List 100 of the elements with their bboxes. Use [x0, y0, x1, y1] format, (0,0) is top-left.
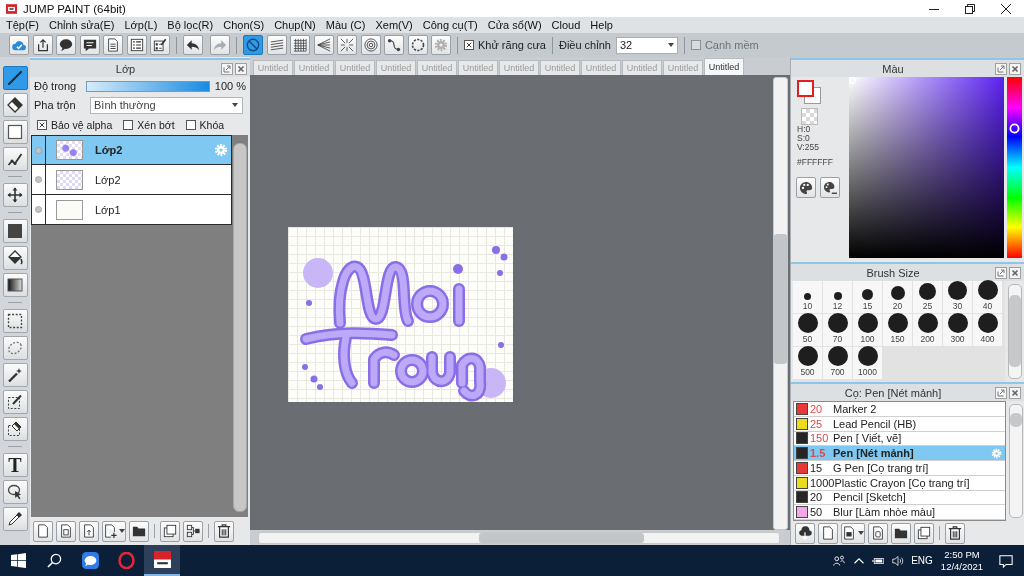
brush-size-option[interactable]: 200	[913, 314, 942, 346]
export-button[interactable]	[32, 35, 53, 55]
tool-button[interactable]	[2, 66, 28, 90]
palette-button[interactable]	[796, 177, 816, 198]
opacity-slider[interactable]	[86, 80, 210, 92]
copy-layer-button[interactable]	[56, 520, 76, 542]
comment-button[interactable]	[79, 35, 100, 55]
checklist-button[interactable]	[150, 35, 170, 55]
taskbar-app-button[interactable]	[144, 545, 180, 576]
scrollbar-thumb[interactable]	[479, 533, 644, 543]
list-button[interactable]	[126, 35, 147, 55]
delete-button[interactable]	[214, 520, 234, 542]
brush-size-option[interactable]: 1000	[853, 347, 882, 379]
add-layer-button[interactable]	[102, 520, 126, 542]
color-field[interactable]	[849, 77, 1004, 258]
horizontal-scrollbar[interactable]	[258, 532, 780, 544]
tool-button[interactable]	[2, 417, 28, 441]
folder-button[interactable]	[129, 520, 149, 542]
layer-list-scrollbar[interactable]	[233, 143, 247, 512]
undock-icon[interactable]	[995, 386, 1007, 399]
menu-item[interactable]: Lớp(L)	[119, 17, 163, 33]
brush-size-option[interactable]: 300	[943, 314, 972, 346]
language-indicator[interactable]: ENG	[908, 555, 936, 566]
search-icon[interactable]	[46, 553, 62, 568]
layer-row[interactable]: Lớp2	[31, 165, 232, 195]
clock-date[interactable]: 12/4/2021	[940, 560, 984, 573]
layer-row[interactable]: Lớp2	[31, 135, 232, 165]
blend-dropdown[interactable]: Bình thường	[90, 96, 243, 114]
transparent-swatch-icon[interactable]	[801, 108, 818, 125]
brush-row[interactable]: 25 Lead Pencil (HB)	[794, 416, 1006, 432]
cloud-download-button[interactable]	[795, 522, 815, 544]
tool-button[interactable]	[2, 507, 28, 531]
adjust-dropdown[interactable]: 32	[615, 36, 678, 54]
brush-settings-button[interactable]	[868, 522, 888, 544]
palette-minus-button[interactable]	[820, 177, 840, 198]
menu-item[interactable]: Tệp(F)	[1, 17, 44, 33]
people-icon[interactable]	[833, 554, 845, 567]
tool-button[interactable]	[2, 363, 28, 387]
ruler-button[interactable]	[407, 35, 428, 55]
cloud-button[interactable]	[9, 35, 29, 55]
scrollbar-thumb[interactable]	[774, 234, 787, 364]
brush-size-option[interactable]: 40	[973, 281, 1002, 313]
brush-row[interactable]: 1.5 Pen [Nét mảnh]	[794, 446, 1006, 461]
brush-size-option[interactable]: 15	[853, 281, 882, 313]
brush-size-option[interactable]: 500	[793, 347, 822, 379]
tool-button[interactable]	[2, 246, 28, 270]
ruler-button[interactable]	[313, 35, 334, 55]
undock-icon[interactable]	[995, 62, 1007, 75]
bubble-button[interactable]	[56, 35, 76, 55]
brush-size-option[interactable]: 400	[973, 314, 1002, 346]
ruler-button[interactable]	[360, 35, 381, 55]
menu-item[interactable]: Màu (C)	[320, 17, 371, 33]
checkbox[interactable]	[464, 40, 474, 50]
duplicate-button[interactable]	[914, 522, 934, 544]
brush-size-option[interactable]: 700	[823, 347, 852, 379]
menu-item[interactable]: Chọn(S)	[218, 17, 270, 33]
layer-row[interactable]: Lớp1	[31, 195, 232, 225]
delete-button[interactable]	[945, 522, 965, 544]
menu-item[interactable]: Chỉnh sửa(E)	[44, 17, 120, 33]
menu-item[interactable]: Công cụ(T)	[417, 17, 483, 33]
tool-button[interactable]	[2, 183, 28, 207]
brush-menu-button[interactable]	[841, 522, 865, 544]
text-tool-button[interactable]: T	[2, 453, 28, 477]
brush-size-option[interactable]: 150	[883, 314, 912, 346]
brush-size-option[interactable]: 30	[943, 281, 972, 313]
tool-button[interactable]	[2, 309, 28, 333]
notification-icon[interactable]	[999, 553, 1013, 568]
new-layer-button[interactable]	[33, 520, 53, 542]
ruler-button[interactable]	[337, 35, 357, 55]
checkbox[interactable]	[37, 120, 47, 130]
scrollbar-thumb[interactable]	[1009, 295, 1021, 367]
tool-button[interactable]	[2, 147, 28, 171]
hue-slider-thumb[interactable]	[1009, 122, 1020, 134]
tool-button[interactable]	[2, 120, 28, 144]
brush-size-option[interactable]: 20	[883, 281, 912, 313]
brush-row[interactable]: 15 G Pen [Cọ trang trí]	[794, 461, 1006, 476]
tool-button[interactable]	[2, 93, 28, 117]
tool-button[interactable]	[2, 219, 28, 243]
windows-start-icon[interactable]	[10, 553, 26, 568]
tool-button[interactable]	[2, 390, 28, 414]
tool-button[interactable]	[2, 273, 28, 297]
document-tab[interactable]: Untitled	[704, 58, 744, 75]
speaker-icon[interactable]	[892, 554, 904, 567]
menu-item[interactable]: Bộ lọc(R)	[162, 17, 219, 33]
layer-up-button[interactable]	[79, 520, 99, 542]
ruler-button[interactable]	[290, 35, 310, 55]
checkbox[interactable]	[123, 120, 134, 130]
brush-row[interactable]: 1000Plastic Crayon [Cọ trang trí]	[794, 475, 1006, 491]
undock-icon[interactable]	[221, 62, 233, 75]
clock-time[interactable]: 2:50 PM	[944, 548, 980, 561]
menu-item[interactable]: Help	[585, 17, 618, 33]
checkbox[interactable]	[185, 120, 196, 130]
vertical-scrollbar[interactable]	[773, 77, 788, 530]
close-icon[interactable]	[1001, 3, 1011, 14]
scrollbar-thumb[interactable]	[1010, 413, 1022, 427]
merge-button[interactable]	[183, 520, 203, 542]
brush-size-option[interactable]: 50	[793, 314, 822, 346]
brush-list-scrollbar[interactable]	[1009, 404, 1023, 518]
menu-item[interactable]: Xem(V)	[370, 17, 418, 33]
visibility-dot-icon[interactable]	[35, 206, 42, 213]
